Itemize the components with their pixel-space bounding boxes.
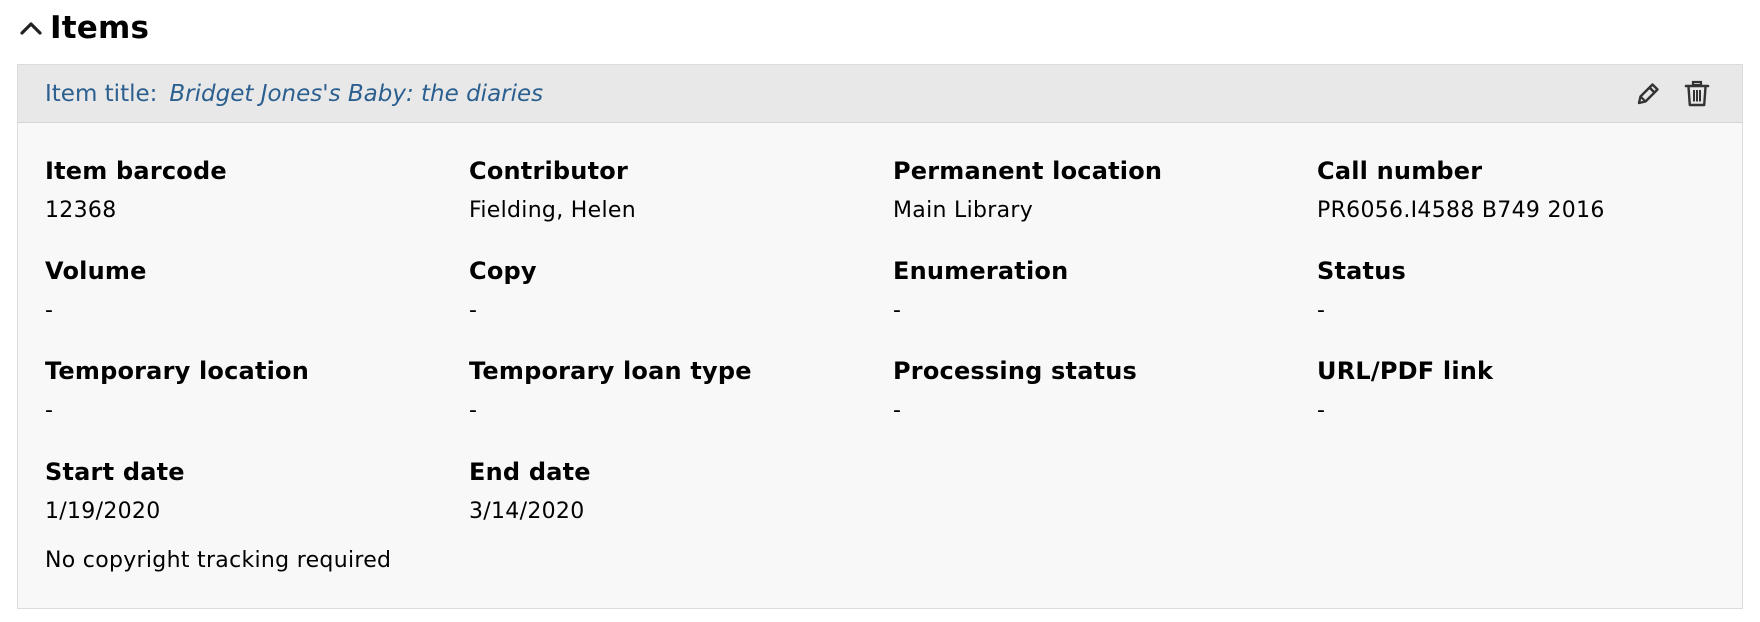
- item-title-label: Item title:: [45, 81, 158, 107]
- field-enumeration: Enumeration -: [893, 256, 1293, 326]
- field-value: -: [1317, 298, 1326, 323]
- copyright-note: No copyright tracking required: [45, 548, 392, 573]
- item-card-header: Item title: Bridget Jones's Baby: the di…: [18, 65, 1742, 123]
- field-label: Status: [1317, 257, 1406, 285]
- section-title: Items: [50, 10, 150, 46]
- field-label: Enumeration: [893, 257, 1069, 285]
- field-value: Fielding, Helen: [469, 198, 636, 223]
- pencil-icon[interactable]: [1633, 79, 1663, 109]
- item-title-link[interactable]: Bridget Jones's Baby: the diaries: [169, 81, 543, 107]
- field-value: 12368: [45, 198, 117, 223]
- field-value: PR6056.I4588 B749 2016: [1317, 198, 1605, 223]
- field-item-barcode: Item barcode 12368: [45, 156, 445, 226]
- field-label: End date: [469, 458, 591, 486]
- field-value: -: [45, 398, 54, 423]
- items-section-toggle[interactable]: Items: [18, 6, 149, 50]
- field-value: Main Library: [893, 198, 1034, 223]
- field-contributor: Contributor Fielding, Helen: [469, 156, 869, 226]
- field-value: -: [45, 298, 54, 323]
- field-label: Processing status: [893, 357, 1138, 385]
- field-value: 1/19/2020: [45, 499, 161, 524]
- field-label: Temporary loan type: [469, 357, 752, 385]
- field-value: -: [469, 398, 478, 423]
- field-call-number: Call number PR6056.I4588 B749 2016: [1317, 156, 1717, 226]
- field-temporary-loan-type: Temporary loan type -: [469, 356, 869, 426]
- field-url-pdf-link: URL/PDF link -: [1317, 356, 1717, 426]
- field-label: Item barcode: [45, 157, 227, 185]
- item-card: Item title: Bridget Jones's Baby: the di…: [17, 64, 1743, 609]
- field-label: Temporary location: [45, 357, 310, 385]
- field-label: Call number: [1317, 157, 1483, 185]
- field-processing-status: Processing status -: [893, 356, 1293, 426]
- item-title: Item title: Bridget Jones's Baby: the di…: [45, 65, 543, 123]
- field-label: Copy: [469, 257, 537, 285]
- field-permanent-location: Permanent location Main Library: [893, 156, 1293, 226]
- field-temporary-location: Temporary location -: [45, 356, 445, 426]
- field-copy: Copy -: [469, 256, 869, 326]
- field-value: -: [893, 398, 902, 423]
- field-value: -: [469, 298, 478, 323]
- field-value: -: [1317, 398, 1326, 423]
- field-start-date: Start date 1/19/2020: [45, 457, 445, 527]
- field-label: Permanent location: [893, 157, 1163, 185]
- field-value: -: [893, 298, 902, 323]
- field-volume: Volume -: [45, 256, 445, 326]
- field-value: 3/14/2020: [469, 499, 585, 524]
- trash-icon[interactable]: [1682, 79, 1712, 109]
- field-label: Contributor: [469, 157, 628, 185]
- field-label: Volume: [45, 257, 147, 285]
- field-label: URL/PDF link: [1317, 357, 1494, 385]
- field-end-date: End date 3/14/2020: [469, 457, 869, 527]
- chevron-up-icon[interactable]: [18, 15, 44, 41]
- field-status: Status -: [1317, 256, 1717, 326]
- field-label: Start date: [45, 458, 185, 486]
- item-actions: [1633, 65, 1712, 123]
